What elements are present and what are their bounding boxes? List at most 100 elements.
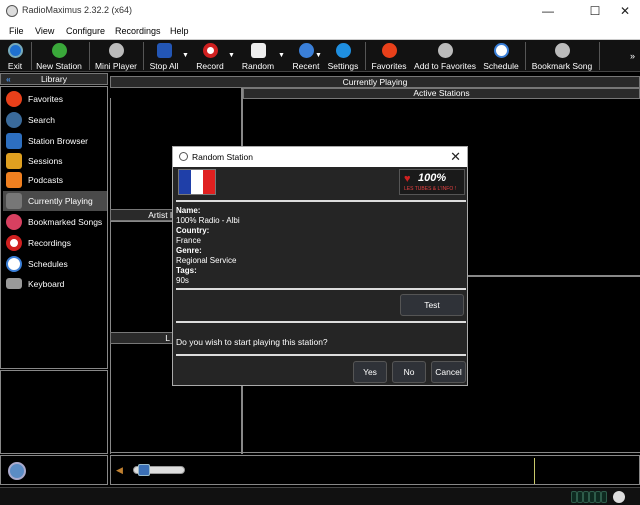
random-dropdown-icon[interactable]: ▼ bbox=[278, 52, 285, 59]
dialog-close-button[interactable]: ✕ bbox=[450, 149, 461, 165]
window-title: RadioMaximus 2.32.2 (x64) bbox=[22, 5, 133, 15]
record-icon bbox=[202, 43, 218, 58]
recent-icon bbox=[298, 43, 314, 58]
tags-value: 90s bbox=[176, 276, 189, 285]
close-window-button[interactable]: ✕ bbox=[610, 2, 640, 20]
new-station-button[interactable]: New Station bbox=[34, 40, 84, 72]
library-item-podcasts[interactable]: Podcasts bbox=[3, 170, 107, 190]
test-button[interactable]: Test bbox=[400, 294, 464, 316]
power-icon bbox=[7, 43, 23, 58]
stop-all-dropdown-icon[interactable]: ▼ bbox=[182, 52, 189, 59]
gear-icon bbox=[335, 43, 351, 58]
heart-icon bbox=[6, 91, 22, 107]
exit-button[interactable]: Exit bbox=[3, 40, 27, 72]
pane-divider-horizontal[interactable] bbox=[468, 275, 640, 277]
browser-icon bbox=[6, 133, 22, 149]
volume-area: ◀ bbox=[110, 455, 640, 485]
dialog-title: Random Station bbox=[192, 152, 253, 162]
library-item-favorites[interactable]: Favorites bbox=[3, 89, 107, 109]
toolbar-divider bbox=[525, 42, 526, 70]
flag-stripe bbox=[203, 170, 215, 194]
pane-border bbox=[110, 452, 640, 453]
player-control-area bbox=[0, 455, 108, 485]
mini-player-icon bbox=[108, 43, 124, 58]
flag-stripe bbox=[179, 170, 191, 194]
genre-label: Genre: bbox=[176, 246, 202, 255]
library-item-sessions[interactable]: Sessions bbox=[3, 151, 107, 171]
dialog-separator bbox=[176, 200, 466, 202]
menu-file[interactable]: File bbox=[9, 26, 24, 36]
record-dropdown-icon[interactable]: ▼ bbox=[228, 52, 235, 59]
toolbar-divider bbox=[31, 42, 32, 70]
toolbar-overflow-button[interactable]: » bbox=[630, 51, 635, 61]
mini-player-button[interactable]: Mini Player bbox=[93, 40, 139, 72]
station-logo: ♥ 100% LES TUBES & L'INFO ! bbox=[399, 169, 465, 195]
schedule-button[interactable]: Schedule bbox=[481, 40, 521, 72]
library-header: « Library bbox=[0, 73, 108, 85]
progress-marker bbox=[534, 458, 535, 484]
currently-playing-header: Currently Playing bbox=[110, 76, 640, 88]
add-to-favorites-button[interactable]: Add to Favorites bbox=[413, 40, 477, 72]
dialog-separator bbox=[176, 321, 466, 323]
dialog-separator bbox=[176, 354, 466, 356]
name-value: 100% Radio - Albi bbox=[176, 216, 240, 225]
record-button[interactable]: Record bbox=[195, 40, 225, 72]
rss-icon bbox=[6, 172, 22, 188]
heart-add-icon bbox=[437, 43, 453, 58]
collapse-library-button[interactable]: « bbox=[6, 74, 11, 84]
library-item-station-browser[interactable]: Station Browser bbox=[3, 131, 107, 151]
maximize-button[interactable]: ☐ bbox=[580, 2, 610, 20]
logo-heart-icon: ♥ bbox=[404, 173, 411, 185]
toolbar: Exit New Station Mini Player Stop All ▼ … bbox=[0, 40, 640, 72]
logo-sub-text: LES TUBES & L'INFO ! bbox=[404, 186, 456, 192]
yes-button[interactable]: Yes bbox=[353, 361, 387, 383]
menu-view[interactable]: View bbox=[35, 26, 54, 36]
toolbar-divider bbox=[599, 42, 600, 70]
dice-icon bbox=[250, 43, 266, 58]
keyboard-icon bbox=[6, 278, 22, 289]
library-lower-panel bbox=[0, 370, 108, 454]
toolbar-divider bbox=[143, 42, 144, 70]
player-menu-icon[interactable] bbox=[8, 462, 26, 480]
name-label: Name: bbox=[176, 206, 201, 215]
active-stations-header: Active Stations bbox=[243, 88, 640, 99]
stop-all-button[interactable]: Stop All bbox=[147, 40, 181, 72]
menu-help[interactable]: Help bbox=[170, 26, 189, 36]
menu-bar: File View Configure Recordings Help bbox=[0, 22, 640, 40]
app-icon bbox=[6, 5, 18, 17]
speaker-icon[interactable]: ◀ bbox=[116, 465, 124, 475]
tags-label: Tags: bbox=[176, 266, 197, 275]
random-button[interactable]: Random bbox=[241, 40, 275, 72]
menu-recordings[interactable]: Recordings bbox=[115, 26, 161, 36]
library-item-search[interactable]: Search bbox=[3, 110, 107, 130]
clock-icon bbox=[6, 256, 22, 272]
library-item-currently-playing[interactable]: Currently Playing bbox=[3, 191, 107, 211]
stop-icon bbox=[156, 43, 172, 58]
toolbar-divider bbox=[89, 42, 90, 70]
now-playing-icon bbox=[6, 193, 22, 209]
toolbar-divider bbox=[365, 42, 366, 70]
library-item-schedules[interactable]: Schedules bbox=[3, 254, 107, 274]
heart-icon bbox=[381, 43, 397, 58]
pane-border bbox=[110, 98, 111, 454]
bookmark-song-button[interactable]: Bookmark Song bbox=[530, 40, 594, 72]
level-meter-segment bbox=[601, 491, 607, 503]
genre-value: Regional Service bbox=[176, 256, 237, 265]
pane-divider-horizontal bbox=[110, 221, 172, 222]
status-bar bbox=[0, 487, 640, 505]
library-item-bookmarked-songs[interactable]: Bookmarked Songs bbox=[3, 212, 107, 232]
library-item-recordings[interactable]: Recordings bbox=[3, 233, 107, 253]
menu-configure[interactable]: Configure bbox=[66, 26, 105, 36]
settings-button[interactable]: Settings bbox=[326, 40, 360, 72]
status-indicator-icon bbox=[613, 491, 625, 503]
cancel-button[interactable]: Cancel bbox=[431, 361, 466, 383]
volume-slider-knob[interactable] bbox=[138, 464, 150, 476]
clock-icon bbox=[493, 43, 509, 58]
recent-dropdown-icon[interactable]: ▼ bbox=[315, 52, 322, 59]
library-item-keyboard[interactable]: Keyboard bbox=[3, 274, 107, 294]
dialog-separator bbox=[176, 288, 466, 290]
no-button[interactable]: No bbox=[392, 361, 426, 383]
favorites-button[interactable]: Favorites bbox=[370, 40, 408, 72]
country-value: France bbox=[176, 236, 201, 245]
minimize-button[interactable]: — bbox=[533, 2, 563, 20]
